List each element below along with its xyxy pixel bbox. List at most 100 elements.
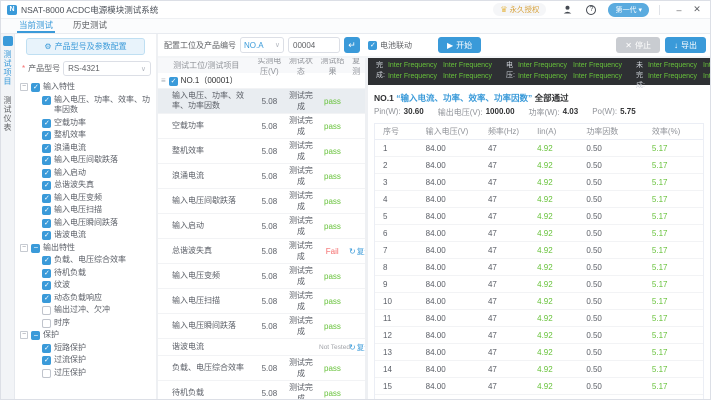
table-row[interactable]: ≡ 输入电压、功率、效率、功率因数 5.08 测试完成 pass — [158, 89, 365, 114]
product-model-select[interactable]: RS-4321 ∨ — [63, 61, 151, 76]
tree-row[interactable]: − 整机效率 — [18, 129, 153, 142]
checkbox[interactable] — [42, 293, 51, 304]
table-row[interactable]: ≡ 整机效率 5.08 测试完成 pass — [158, 139, 365, 164]
version-dropdown-button[interactable]: 第一代 ▾ — [608, 2, 649, 17]
checkbox[interactable] — [42, 256, 51, 267]
result-row[interactable]: 8 84.00 47 4.92 0.50 5.17 — [375, 259, 703, 276]
table-row[interactable]: ≡ NO.1（00001） — [158, 73, 365, 89]
tree-row[interactable]: − 保护 — [18, 329, 153, 342]
result-row[interactable]: 11 84.00 47 4.92 0.50 5.17 — [375, 310, 703, 327]
checkbox[interactable] — [42, 368, 51, 378]
checkbox[interactable] — [42, 281, 51, 292]
result-row[interactable]: 15 84.00 47 4.92 0.50 5.17 — [375, 378, 703, 395]
result-row[interactable]: 10 84.00 47 4.92 0.50 5.17 — [375, 293, 703, 310]
table-row[interactable]: ≡ 谐波电流 Not Tested — [158, 339, 365, 356]
checkbox[interactable] — [42, 268, 51, 279]
table-row[interactable]: ≡ 浪涌电流 5.08 测试完成 pass — [158, 164, 365, 189]
result-row[interactable]: 14 84.00 47 4.92 0.50 5.17 — [375, 361, 703, 378]
result-row[interactable]: 2 84.00 47 4.92 0.50 5.17 — [375, 157, 703, 174]
result-row[interactable]: 16 84.00 47 4.92 0.50 5.17 — [375, 395, 703, 400]
close-button[interactable]: ✕ — [690, 3, 704, 17]
strip-tab-test-items[interactable]: 测试项目 — [2, 50, 13, 86]
tree-row[interactable]: − 时序 — [18, 317, 153, 330]
tree-row[interactable]: − 浪涌电流 — [18, 142, 153, 154]
table-row[interactable]: ≡ 输入电压间歇跌落 5.08 测试完成 pass — [158, 189, 365, 214]
table-row[interactable]: ≡ 输入启动 5.08 测试完成 pass — [158, 214, 365, 239]
tree-row[interactable]: − 输入电压间歇跌落 — [18, 154, 153, 167]
collapse-icon[interactable]: − — [20, 243, 28, 252]
tree-row[interactable]: − 输入启动 — [18, 167, 153, 179]
link-checkbox[interactable] — [368, 41, 377, 50]
product-number-input[interactable] — [288, 37, 340, 53]
group-checkbox[interactable] — [168, 76, 178, 86]
table-row[interactable]: ≡ 输入电压扫描 5.08 测试完成 pass — [158, 289, 365, 314]
tree-row[interactable]: − 待机负载 — [18, 267, 153, 279]
retest-button[interactable]: ↻ 复测 — [349, 246, 365, 257]
export-button[interactable]: ↓ 导出 — [665, 37, 706, 53]
help-icon[interactable]: ? — [584, 3, 598, 17]
retest-button[interactable]: ↻ 复测 — [349, 342, 365, 353]
tree-row[interactable]: − 空载功率 — [18, 117, 153, 129]
tree-row[interactable]: − 过压保护 — [18, 367, 153, 380]
result-row[interactable]: 1 84.00 47 4.92 0.50 5.17 — [375, 140, 703, 157]
table-row[interactable]: ≡ 空载功率 5.08 测试完成 pass — [158, 114, 365, 139]
tree-row[interactable]: − 输入电压变频 — [18, 192, 153, 204]
tree-row[interactable]: − 谐波电流 — [18, 229, 153, 242]
collapse-sidebar-button[interactable] — [2, 36, 13, 46]
strip-tab-test-instruments[interactable]: 测试仪表 — [2, 96, 13, 132]
checkbox[interactable] — [42, 218, 51, 229]
checkbox[interactable] — [31, 243, 40, 254]
tree-row[interactable]: − 短路保护 — [18, 342, 153, 354]
tree-row[interactable]: − 负载、电压综合效率 — [18, 254, 153, 267]
tree-row[interactable]: − 输出特性 — [18, 242, 153, 255]
stop-button[interactable]: ✕ 停止 — [616, 37, 660, 53]
tree-row[interactable]: − 输入电压瞬间跌落 — [18, 217, 153, 229]
checkbox[interactable] — [31, 331, 40, 341]
result-row[interactable]: 7 84.00 47 4.92 0.50 5.17 — [375, 242, 703, 259]
product-config-button[interactable]: ⚙ 产品型号及参数配置 — [26, 38, 145, 55]
result-row[interactable]: 5 84.00 47 4.92 0.50 5.17 — [375, 208, 703, 225]
tree-row[interactable]: − 过流保护 — [18, 354, 153, 367]
user-icon[interactable] — [560, 3, 574, 17]
result-row[interactable]: 4 84.00 47 4.92 0.50 5.17 — [375, 191, 703, 208]
checkbox[interactable] — [42, 318, 51, 328]
collapse-icon[interactable]: − — [20, 331, 28, 339]
checkbox[interactable] — [42, 231, 51, 242]
result-row[interactable]: 3 84.00 47 4.92 0.50 5.17 — [375, 174, 703, 191]
tree-row[interactable]: − 输入电压、功率、效率、功率因数 — [18, 94, 153, 117]
checkbox[interactable] — [42, 95, 51, 106]
station-select[interactable]: NO.A ∨ — [240, 37, 284, 53]
checkbox[interactable] — [42, 343, 51, 354]
checkbox[interactable] — [31, 83, 40, 94]
tree-row[interactable]: − 总谐波失真 — [18, 179, 153, 192]
tree-row[interactable]: − 输入特性 — [18, 81, 153, 94]
table-row[interactable]: ≡ 输入电压瞬间跌落 5.08 测试完成 pass — [158, 314, 365, 339]
table-row[interactable]: ≡ 待机负载 5.08 测试完成 pass — [158, 381, 365, 399]
tree-row[interactable]: − 输入电压扫描 — [18, 204, 153, 217]
checkbox[interactable] — [42, 356, 51, 367]
table-row[interactable]: ≡ 总谐波失真 5.08 测试完成 Fail — [158, 239, 365, 264]
enter-icon[interactable]: ↵ — [344, 37, 360, 53]
table-row[interactable]: ≡ 负载、电压综合效率 5.08 测试完成 pass — [158, 356, 365, 381]
tree-row[interactable]: − 输出过冲、欠冲 — [18, 304, 153, 317]
tree-row[interactable]: − 纹波 — [18, 279, 153, 292]
checkbox[interactable] — [42, 156, 51, 167]
tree-row[interactable]: − 动态负载响应 — [18, 292, 153, 304]
table-row[interactable]: ≡ 输入电压变频 5.08 测试完成 pass — [158, 264, 365, 289]
result-row[interactable]: 12 84.00 47 4.92 0.50 5.17 — [375, 327, 703, 344]
checkbox[interactable] — [42, 143, 51, 154]
checkbox[interactable] — [42, 193, 51, 204]
tab[interactable]: 当前测试 — [17, 19, 56, 33]
checkbox[interactable] — [42, 306, 51, 315]
tab[interactable]: 历史测试 — [71, 19, 109, 33]
collapse-icon[interactable]: − — [20, 83, 28, 91]
result-row[interactable]: 9 84.00 47 4.92 0.50 5.17 — [375, 276, 703, 293]
checkbox[interactable] — [42, 118, 51, 129]
checkbox[interactable] — [42, 206, 51, 217]
checkbox[interactable] — [42, 131, 51, 142]
checkbox[interactable] — [42, 181, 51, 192]
start-button[interactable]: ▶ 开始 — [438, 37, 482, 53]
minimize-button[interactable]: – — [672, 3, 686, 17]
result-row[interactable]: 6 84.00 47 4.92 0.50 5.17 — [375, 225, 703, 242]
checkbox[interactable] — [42, 168, 51, 179]
